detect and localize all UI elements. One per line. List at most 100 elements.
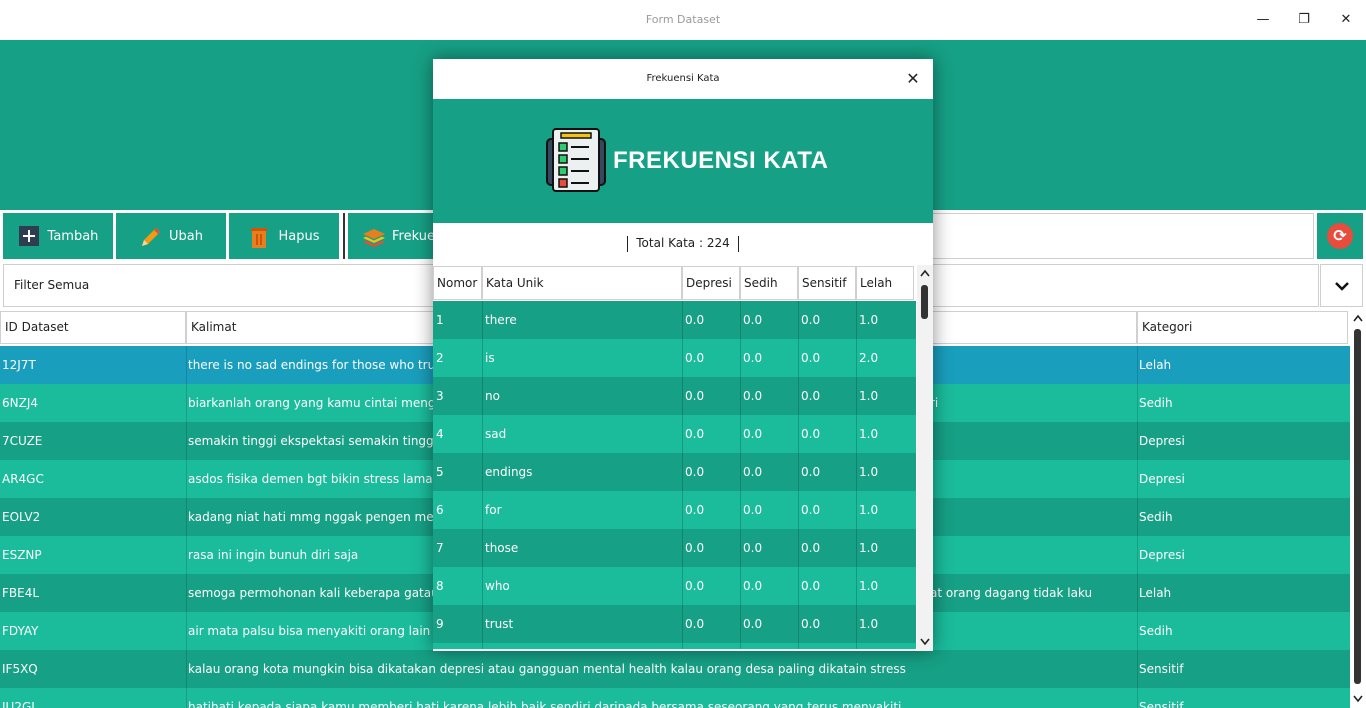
cell-depresi: 0.0 <box>685 541 705 555</box>
cell-kata-unik: sad <box>485 427 507 441</box>
cell-kalimat: hatihati kepada siapa kamu memberi hati … <box>188 700 902 708</box>
frekuensi-row[interactable]: 7 those 0.0 0.0 0.0 1.0 <box>433 529 916 567</box>
cell-kata-unik: who <box>485 579 510 593</box>
cell-nomor: 9 <box>436 617 444 631</box>
trash-icon <box>248 225 270 248</box>
tambah-button[interactable]: Tambah <box>3 213 113 259</box>
cell-kategori: Lelah <box>1139 358 1172 372</box>
cell-sensitif: 0.0 <box>801 465 821 479</box>
search-input[interactable] <box>930 213 1314 259</box>
cell-nomor: 6 <box>436 503 444 517</box>
frekuensi-row[interactable]: 9 trust 0.0 0.0 0.0 1.0 <box>433 605 916 643</box>
column-header-depresi[interactable]: Depresi <box>682 266 740 300</box>
cell-lelah: 1.0 <box>859 503 879 517</box>
column-header-sedih[interactable]: Sedih <box>740 266 798 300</box>
cell-sedih: 0.0 <box>743 427 763 441</box>
cell-depresi: 0.0 <box>685 465 705 479</box>
cell-sedih: 0.0 <box>743 617 763 631</box>
frekuensi-row[interactable] <box>433 643 916 649</box>
table-row[interactable]: IU2GJ hatihati kepada siapa kamu memberi … <box>0 688 1350 708</box>
cell-kategori: Lelah <box>1139 586 1172 600</box>
cell-sensitif: 0.0 <box>801 389 821 403</box>
window-title: Form Dataset <box>645 13 721 26</box>
cell-id: ESZNP <box>2 548 42 562</box>
layers-icon <box>362 225 385 247</box>
cell-id: FBE4L <box>2 586 40 600</box>
cell-kata-unik: for <box>485 503 502 517</box>
cell-lelah: 1.0 <box>859 541 879 555</box>
cell-kalimat-tail: ri <box>930 396 939 410</box>
cell-depresi: 0.0 <box>685 579 705 593</box>
cell-lelah: 1.0 <box>859 465 879 479</box>
frekuensi-row[interactable]: 6 for 0.0 0.0 0.0 1.0 <box>433 491 916 529</box>
column-header-kata-unik[interactable]: Kata Unik <box>482 266 682 300</box>
cell-depresi: 0.0 <box>685 313 705 327</box>
refresh-button[interactable]: ⟳ <box>1317 213 1363 259</box>
cell-lelah: 2.0 <box>859 351 879 365</box>
table-row[interactable]: IF5XQ kalau orang kota mungkin bisa dikat… <box>0 650 1350 688</box>
cell-lelah: 1.0 <box>859 313 879 327</box>
cell-sensitif: 0.0 <box>801 351 821 365</box>
pencil-icon <box>139 225 161 247</box>
cell-kategori: Sensitif <box>1139 662 1184 676</box>
frekuensi-row[interactable]: 5 endings 0.0 0.0 0.0 1.0 <box>433 453 916 491</box>
cell-sedih: 0.0 <box>743 465 763 479</box>
scroll-up-icon[interactable] <box>920 269 930 279</box>
cell-id: 7CUZE <box>2 434 43 448</box>
column-header-id[interactable]: ID Dataset <box>0 311 186 344</box>
cell-depresi: 0.0 <box>685 389 705 403</box>
column-header-kategori[interactable]: Kategori <box>1137 311 1348 344</box>
frekuensi-row[interactable]: 3 no 0.0 0.0 0.0 1.0 <box>433 377 916 415</box>
cell-nomor: 2 <box>436 351 444 365</box>
dialog-banner: FREKUENSI KATA <box>433 99 933 223</box>
dialog-heading: FREKUENSI KATA <box>613 147 829 174</box>
cell-lelah: 1.0 <box>859 579 879 593</box>
cell-nomor: 5 <box>436 465 444 479</box>
cell-kategori: Sedih <box>1139 624 1173 638</box>
frekuensi-dialog: Frekuensi Kata ✕ FREKUENSI KATA Total Ka… <box>433 59 933 651</box>
cell-sensitif: 0.0 <box>801 579 821 593</box>
cell-sedih: 0.0 <box>743 541 763 555</box>
cell-sensitif: 0.0 <box>801 427 821 441</box>
cell-id: IF5XQ <box>2 662 38 676</box>
window-titlebar: Form Dataset — ❐ ✕ <box>0 0 1366 40</box>
scroll-down-icon[interactable] <box>920 638 930 648</box>
cell-kalimat: kalau orang kota mungkin bisa dikatakan … <box>188 662 906 676</box>
frekuensi-row[interactable]: 1 there 0.0 0.0 0.0 1.0 <box>433 301 916 339</box>
cell-depresi: 0.0 <box>685 427 705 441</box>
dialog-title: Frekuensi Kata <box>433 59 933 99</box>
cell-kategori: Depresi <box>1139 434 1185 448</box>
scrollbar-thumb[interactable] <box>1354 329 1361 684</box>
cell-nomor: 1 <box>436 313 444 327</box>
scroll-up-icon[interactable] <box>1353 314 1363 324</box>
chevron-down-icon <box>1334 281 1349 291</box>
ubah-label: Ubah <box>169 228 203 244</box>
column-header-nomor[interactable]: Nomor <box>433 266 482 300</box>
column-header-sensitif[interactable]: Sensitif <box>798 266 856 300</box>
scroll-down-icon[interactable] <box>1353 695 1363 705</box>
frekuensi-row[interactable]: 4 sad 0.0 0.0 0.0 1.0 <box>433 415 916 453</box>
frekuensi-row[interactable]: 8 who 0.0 0.0 0.0 1.0 <box>433 567 916 605</box>
filter-dropdown-button[interactable] <box>1320 264 1363 307</box>
scrollbar-track[interactable] <box>917 265 933 651</box>
ubah-button[interactable]: Ubah <box>116 213 226 259</box>
restore-button[interactable]: ❐ <box>1289 8 1319 32</box>
cell-sensitif: 0.0 <box>801 503 821 517</box>
close-window-button[interactable]: ✕ <box>1331 8 1361 32</box>
cell-depresi: 0.0 <box>685 351 705 365</box>
dialog-table-scrollbar[interactable] <box>917 265 933 651</box>
hapus-button[interactable]: Hapus <box>229 213 339 259</box>
hapus-label: Hapus <box>278 228 320 244</box>
cell-lelah: 1.0 <box>859 617 879 631</box>
cell-nomor: 4 <box>436 427 444 441</box>
column-header-lelah[interactable]: Lelah <box>856 266 914 300</box>
frekuensi-row[interactable]: 2 is 0.0 0.0 0.0 2.0 <box>433 339 916 377</box>
scrollbar-thumb[interactable] <box>921 285 928 319</box>
cell-kata-unik: no <box>485 389 500 403</box>
dialog-close-button[interactable]: ✕ <box>903 69 923 89</box>
cell-lelah: 1.0 <box>859 427 879 441</box>
total-kata-label: Total Kata : 224 <box>636 236 730 250</box>
cell-lelah: 1.0 <box>859 389 879 403</box>
minimize-button[interactable]: — <box>1248 8 1278 32</box>
table-scrollbar[interactable] <box>1350 311 1366 708</box>
